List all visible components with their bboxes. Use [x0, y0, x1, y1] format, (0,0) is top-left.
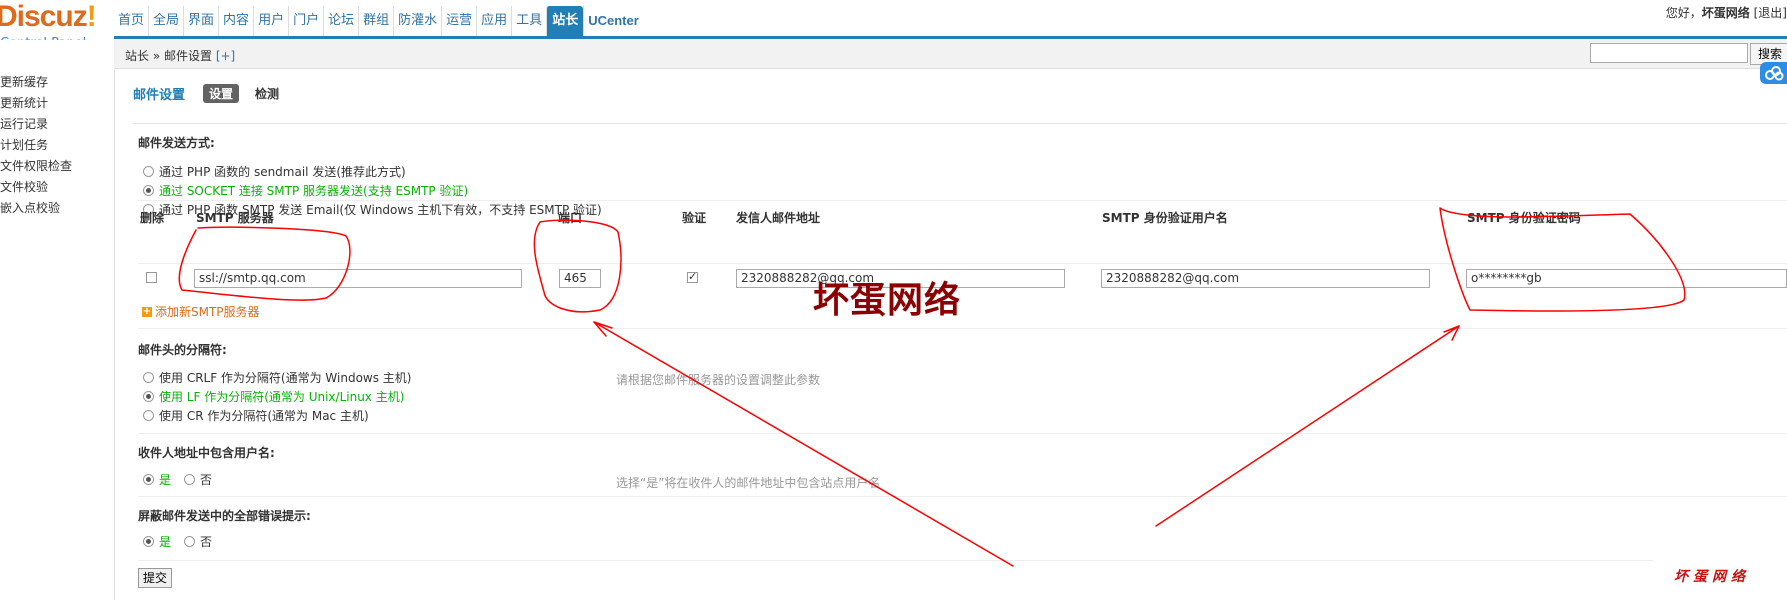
nav-item-3[interactable]: 内容	[218, 6, 253, 36]
include-username-tip: 选择“是”将在收件人的邮件地址中包含站点用户名	[616, 476, 881, 490]
col-port: 端口	[558, 211, 583, 225]
radio-button[interactable]	[143, 372, 154, 383]
sidebar-item-6[interactable]: 嵌入点校验	[0, 199, 60, 216]
port-input[interactable]: 465	[559, 269, 601, 288]
tab-settings[interactable]: 设置	[203, 84, 240, 103]
separator-option-label: 使用 CRLF 作为分隔符(通常为 Windows 主机)	[159, 371, 412, 385]
sidebar: 更新缓存更新统计运行记录计划任务文件权限检查 文件校验嵌入点校验	[0, 40, 114, 600]
separator-option-label: 使用 CR 作为分隔符(通常为 Mac 主机)	[159, 409, 369, 423]
include-username-title: 收件人地址中包含用户名:	[138, 446, 275, 460]
separator-tip: 请根据您邮件服务器的设置调整此参数	[616, 373, 821, 387]
mail-method-option-0[interactable]: 通过 PHP 函数的 sendmail 发送(推荐此方式)	[143, 163, 406, 180]
divider	[138, 433, 1787, 434]
separator-option-0[interactable]: 使用 CRLF 作为分隔符(通常为 Windows 主机)	[143, 369, 412, 386]
radio-button[interactable]	[143, 185, 154, 196]
radio-button[interactable]	[143, 391, 154, 402]
plus-icon: +	[142, 305, 152, 317]
nav-item-13[interactable]: UCenter	[583, 6, 643, 36]
radio-yes[interactable]	[143, 536, 154, 547]
divider	[138, 560, 1653, 561]
sidebar-item-3[interactable]: 计划任务	[0, 136, 48, 153]
sidebar-item-2[interactable]: 运行记录	[0, 115, 48, 132]
col-auth: 验证	[682, 211, 707, 225]
silent-errors-no[interactable]: 否	[184, 533, 212, 550]
radio-no[interactable]	[184, 536, 196, 547]
nav-item-1[interactable]: 全局	[148, 6, 183, 36]
nav-item-2[interactable]: 界面	[183, 6, 218, 36]
separator-option-1[interactable]: 使用 LF 作为分隔符(通常为 Unix/Linux 主机)	[143, 388, 404, 405]
separator-option-label: 使用 LF 作为分隔符(通常为 Unix/Linux 主机)	[159, 390, 405, 404]
auth-checkbox[interactable]	[687, 270, 698, 283]
smtp-server-input[interactable]: ssl://smtp.qq.com	[194, 269, 522, 288]
nav-item-4[interactable]: 用户	[253, 6, 288, 36]
col-smtp-server: SMTP 服务器	[196, 211, 274, 225]
radio-no[interactable]	[184, 474, 196, 485]
divider	[138, 496, 1787, 497]
mail-method-option-1[interactable]: 通过 SOCKET 连接 SMTP 服务器发送(支持 ESMTP 验证)	[143, 182, 468, 199]
sidebar-item-5[interactable]: 文件校验	[0, 178, 48, 195]
sidebar-item-0[interactable]: 更新缓存	[0, 73, 48, 90]
logout-link[interactable]: [退出]	[1754, 6, 1787, 20]
silent-errors-options: 是 否	[143, 533, 220, 550]
breadcrumb: 站长 » 邮件设置 [+]	[125, 47, 235, 64]
separator-option-2[interactable]: 使用 CR 作为分隔符(通常为 Mac 主机)	[143, 407, 369, 424]
divider	[138, 263, 1787, 264]
include-username-no[interactable]: 否	[184, 471, 212, 488]
include-username-yes[interactable]: 是	[143, 471, 171, 488]
logo-text: Discuz!	[0, 0, 97, 33]
nav-item-7[interactable]: 群组	[358, 6, 393, 36]
nav-item-12[interactable]: 站长	[546, 6, 584, 36]
main-nav: 首页 全局 界面 内容 用户 门户 论坛 群组 防灌水 运营 应用 工具 站长 UCenter	[114, 6, 643, 36]
sidebar-item-4[interactable]: 文件权限检查	[0, 157, 72, 174]
silent-errors-title: 屏蔽邮件发送中的全部错误提示:	[138, 509, 311, 523]
search-input[interactable]	[1590, 43, 1748, 63]
header-separator-title: 邮件头的分隔符:	[138, 343, 227, 357]
auth-username-input[interactable]: 2320888282@qq.com	[1101, 269, 1430, 288]
page-title: 邮件设置	[133, 88, 186, 103]
username: 坏蛋网络	[1701, 6, 1750, 20]
divider	[138, 200, 1787, 201]
breadcrumb-bar: 站长 » 邮件设置 [+] 搜索	[114, 39, 1787, 69]
nav-item-11[interactable]: 工具	[511, 6, 546, 36]
include-username-options: 是 否	[143, 471, 220, 488]
nav-item-6[interactable]: 论坛	[323, 6, 358, 36]
nav-item-0[interactable]: 首页	[114, 6, 148, 36]
main-content: 邮件设置 设置 检测	[114, 70, 1787, 600]
mail-method-title: 邮件发送方式:	[138, 136, 215, 150]
add-smtp-server-link[interactable]: + 添加新SMTP服务器	[142, 303, 260, 320]
radio-button[interactable]	[143, 410, 154, 421]
tab-test[interactable]: 检测	[249, 84, 285, 103]
nav-item-8[interactable]: 防灌水	[393, 6, 441, 36]
col-from-address: 发信人邮件地址	[736, 211, 821, 225]
col-auth-username: SMTP 身份验证用户名	[1102, 211, 1228, 225]
watermark-small: 坏蛋网络	[1674, 569, 1750, 585]
nav-item-10[interactable]: 应用	[476, 6, 511, 36]
radio-button[interactable]	[143, 166, 154, 177]
col-delete: 删除	[140, 211, 165, 225]
auth-password-input[interactable]: o********gb	[1466, 269, 1787, 288]
radio-yes[interactable]	[143, 474, 154, 485]
mail-method-option-label: 通过 PHP 函数的 sendmail 发送(推荐此方式)	[159, 165, 406, 179]
divider	[133, 123, 1787, 124]
watermark-text: 坏蛋网络	[813, 279, 962, 321]
greeting-text: 您好，	[1665, 6, 1702, 20]
delete-checkbox[interactable]	[146, 272, 157, 283]
mail-method-option-label: 通过 SOCKET 连接 SMTP 服务器发送(支持 ESMTP 验证)	[159, 184, 469, 198]
settings-tabs: 邮件设置 设置 检测	[133, 84, 285, 103]
add-smtp-label: 添加新SMTP服务器	[155, 305, 260, 319]
nav-item-9[interactable]: 运营	[441, 6, 476, 36]
breadcrumb-text: 站长 » 邮件设置	[125, 49, 212, 63]
divider	[138, 328, 1787, 329]
silent-errors-yes[interactable]: 是	[143, 533, 171, 550]
submit-button[interactable]: 提交	[138, 568, 173, 588]
nav-item-5[interactable]: 门户	[288, 6, 323, 36]
user-info: 您好，坏蛋网络 [退出]	[1666, 4, 1787, 21]
sidebar-item-1[interactable]: 更新统计	[0, 94, 48, 111]
top-header: Discuz! Control Panel 首页全局界面内容用户门户论坛群组防灌…	[0, 0, 1787, 51]
add-shortcut-link[interactable]: [+]	[216, 49, 235, 63]
col-auth-password: SMTP 身份验证密码	[1467, 211, 1581, 225]
